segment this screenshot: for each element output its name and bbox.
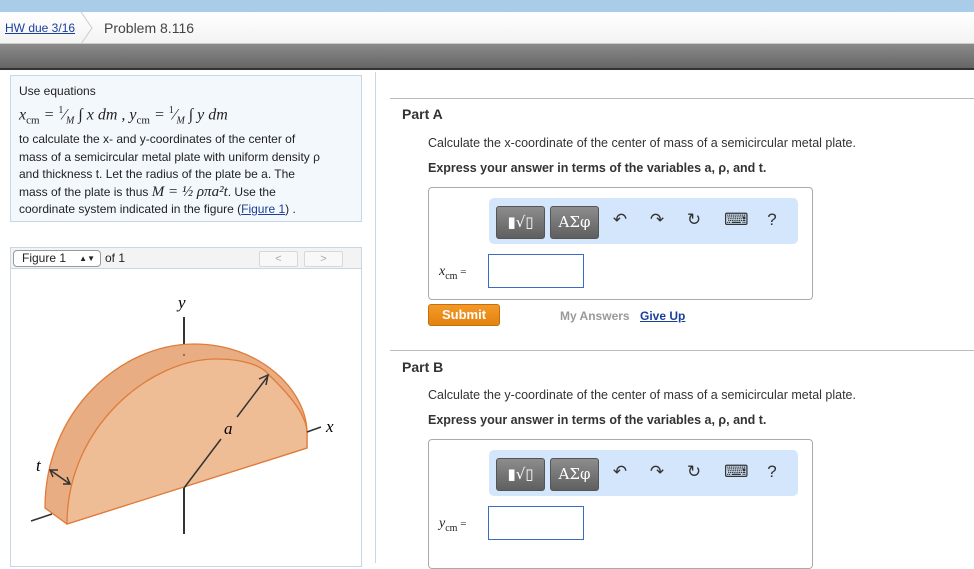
- eq-sub: cm: [26, 114, 40, 127]
- text: . Use the: [227, 184, 276, 199]
- semicircular-plate-figure: y x a t: [30, 293, 334, 534]
- toolbar-band: [0, 44, 974, 70]
- eq-den: M: [66, 115, 75, 127]
- eq-y: y: [129, 105, 137, 123]
- mass-equation: M = ½ ρπa²t: [151, 183, 228, 200]
- breadcrumb-problem: Problem 8.116: [104, 20, 195, 36]
- part-b-title: Part B: [402, 359, 444, 375]
- divider: [390, 350, 974, 351]
- prev-figure-button[interactable]: <: [259, 251, 298, 267]
- part-b-answer-box: ▮√▯ ΑΣφ ↶ ↷ ↻ ⌨ ? ycm =: [428, 439, 813, 569]
- reset-icon[interactable]: ↻: [684, 462, 704, 482]
- submit-button[interactable]: Submit: [428, 304, 500, 326]
- breadcrumb-hw-link[interactable]: HW due 3/16: [5, 21, 75, 35]
- problem-line: to calculate the x- and y-coordinates of…: [19, 132, 296, 147]
- my-answers-link[interactable]: My Answers: [560, 309, 630, 323]
- next-figure-button[interactable]: >: [304, 251, 343, 267]
- select-arrows-icon: ▲▼: [79, 254, 95, 263]
- keyboard-icon[interactable]: ⌨: [724, 462, 749, 482]
- browser-top-band: [0, 0, 974, 12]
- sub: cm: [445, 522, 458, 534]
- a-label: a: [224, 419, 233, 438]
- symbols-button[interactable]: ΑΣφ: [550, 458, 599, 491]
- divider: [390, 98, 974, 99]
- equals: =: [457, 266, 467, 278]
- x-axis-back: [30, 513, 53, 522]
- problem-line: coordinate system indicated in the figur…: [19, 201, 353, 219]
- x-label: x: [325, 417, 334, 436]
- equals: =: [457, 518, 467, 530]
- math-toolbar: ▮√▯ ΑΣφ ↶ ↷ ↻ ⌨ ?: [489, 198, 798, 244]
- part-b-instructions: Express your answer in terms of the vari…: [428, 413, 767, 427]
- redo-icon[interactable]: ↷: [647, 462, 667, 482]
- y-label: y: [176, 293, 186, 312]
- breadcrumb-separator-icon: [80, 12, 93, 44]
- problem-column: Use equations xcm = 1⁄M ∫ x dm , ycm = 1…: [0, 72, 376, 567]
- text: mass of the plate is thus: [19, 184, 152, 199]
- answer-label: xcm =: [439, 264, 466, 282]
- equation: xcm = 1⁄M ∫ x dm , ycm = 1⁄M ∫ y dm: [19, 104, 228, 127]
- eq-frac: 1: [58, 104, 64, 116]
- templates-button[interactable]: ▮√▯: [496, 458, 545, 491]
- x-axis: [306, 426, 322, 433]
- part-a-instructions: Express your answer in terms of the vari…: [428, 161, 767, 175]
- figure-count: of 1: [105, 251, 126, 265]
- xcm-answer-input[interactable]: [488, 254, 584, 288]
- problem-line: and thickness t. Let the radius of the p…: [19, 167, 295, 182]
- part-b-question: Calculate the y-coordinate of the center…: [428, 388, 856, 402]
- math-toolbar: ▮√▯ ΑΣφ ↶ ↷ ↻ ⌨ ?: [489, 450, 798, 496]
- give-up-link[interactable]: Give Up: [640, 309, 685, 323]
- text: ) .: [285, 202, 296, 217]
- undo-icon[interactable]: ↶: [610, 210, 630, 230]
- part-a-question: Calculate the x-coordinate of the center…: [428, 136, 856, 150]
- figure-header: Figure 1 ▲▼ of 1 < >: [11, 248, 361, 269]
- symbols-button[interactable]: ΑΣφ: [550, 206, 599, 239]
- ycm-answer-input[interactable]: [488, 506, 584, 540]
- eq-dm: dm: [97, 105, 118, 123]
- part-a-answer-box: ▮√▯ ΑΣφ ↶ ↷ ↻ ⌨ ? xcm =: [428, 187, 813, 300]
- problem-line: mass of the plate is thus M = ½ ρπa²t. U…: [19, 184, 353, 202]
- figure-panel: Figure 1 ▲▼ of 1 < > y x a t: [10, 247, 362, 567]
- redo-icon[interactable]: ↷: [647, 210, 667, 230]
- figure-select-value: Figure 1: [22, 251, 67, 265]
- intro-text: Use equations: [19, 84, 96, 98]
- keyboard-icon[interactable]: ⌨: [724, 210, 749, 230]
- answer-label: ycm =: [439, 516, 466, 534]
- undo-icon[interactable]: ↶: [610, 462, 630, 482]
- reset-icon[interactable]: ↻: [684, 210, 704, 230]
- problem-statement: Use equations xcm = 1⁄M ∫ x dm , ycm = 1…: [10, 75, 362, 222]
- figure-select[interactable]: Figure 1 ▲▼: [13, 250, 101, 267]
- breadcrumb: HW due 3/16 Problem 8.116: [0, 12, 974, 44]
- sub: cm: [445, 270, 458, 282]
- text: coordinate system indicated in the figur…: [19, 202, 242, 217]
- figure-link[interactable]: Figure 1: [241, 202, 285, 216]
- t-label: t: [36, 456, 42, 475]
- templates-button[interactable]: ▮√▯: [496, 206, 545, 239]
- problem-line: mass of a semicircular metal plate with …: [19, 149, 320, 164]
- help-icon[interactable]: ?: [762, 462, 782, 482]
- help-icon[interactable]: ?: [762, 210, 782, 230]
- part-a-title: Part A: [402, 106, 443, 122]
